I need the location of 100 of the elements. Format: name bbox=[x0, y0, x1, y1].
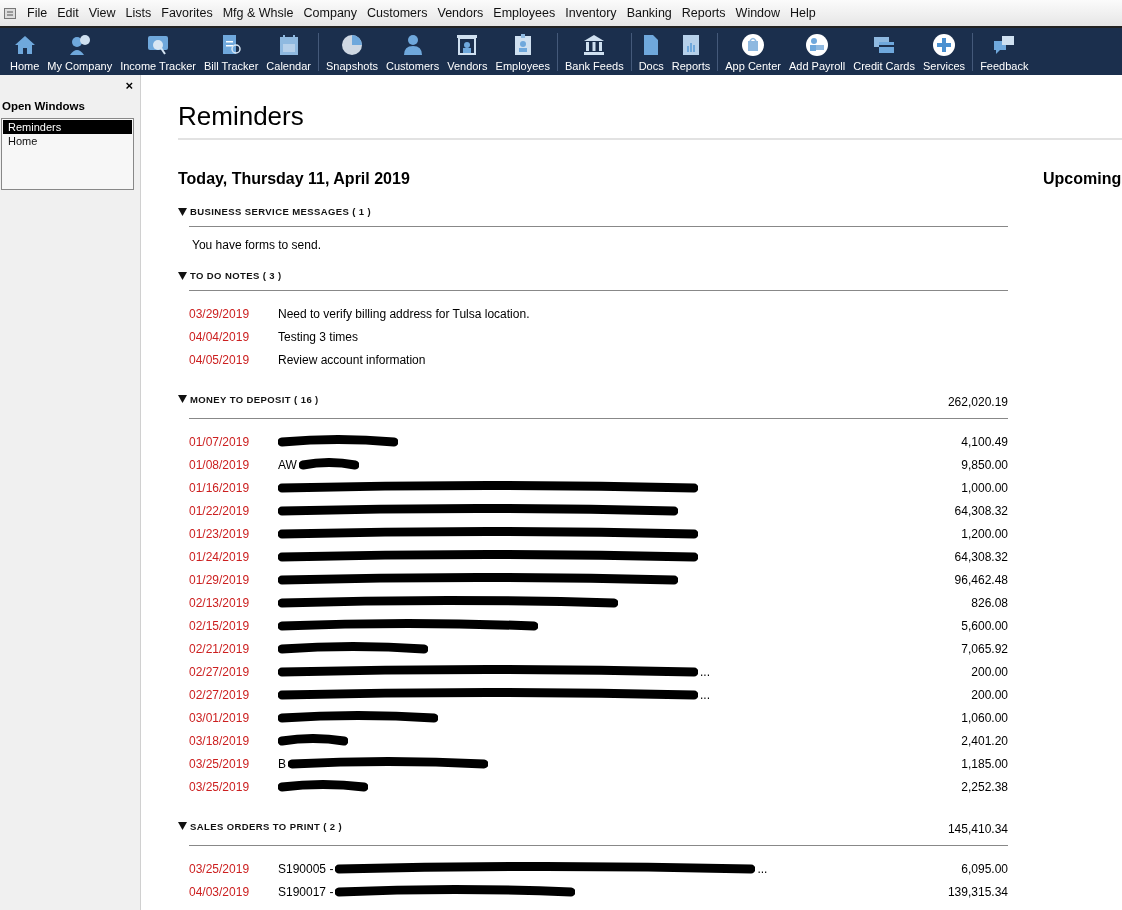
section-toggle[interactable]: SALES ORDERS TO PRINT ( 2 ) bbox=[178, 820, 343, 832]
date-text: 04/03/2019 bbox=[188, 884, 251, 899]
section-total: 145,410.34 bbox=[947, 822, 1008, 836]
ellipsis-text: ... bbox=[700, 687, 710, 702]
triangle-icon bbox=[178, 271, 187, 280]
menu-item[interactable]: Company bbox=[298, 6, 363, 20]
toolbar-button[interactable]: Docs bbox=[634, 31, 668, 72]
date-text: 01/07/2019 bbox=[188, 434, 251, 449]
pie-chart-icon bbox=[340, 33, 364, 57]
window-menu-icon[interactable] bbox=[4, 7, 16, 19]
amount-text: 2,401.20 bbox=[961, 733, 1008, 748]
amount-text: 200.00 bbox=[971, 664, 1008, 679]
section-toggle[interactable]: BUSINESS SERVICE MESSAGES ( 1 ) bbox=[178, 206, 372, 217]
amount-text: 1,185.00 bbox=[961, 756, 1008, 771]
storefront-icon bbox=[455, 33, 480, 57]
date-text: 02/27/2019 bbox=[188, 664, 251, 679]
section-toggle[interactable]: TO DO NOTES ( 3 ) bbox=[178, 270, 282, 281]
toolbar-button[interactable]: Vendors bbox=[443, 31, 492, 72]
triangle-icon bbox=[178, 822, 187, 830]
menu-item[interactable]: Customers bbox=[362, 6, 433, 20]
window-list-item[interactable]: Home bbox=[3, 134, 132, 148]
close-button[interactable]: × bbox=[125, 79, 133, 92]
section-toggle[interactable]: MONEY TO DEPOSIT ( 16 ) bbox=[178, 393, 319, 405]
amount-text: 7,065.92 bbox=[961, 641, 1008, 656]
toolbar-button[interactable]: Bill Tracker bbox=[199, 31, 263, 72]
toolbar-button[interactable]: Services bbox=[918, 31, 970, 72]
description-text[interactable]: S190005 - bbox=[278, 861, 334, 876]
toolbar-button[interactable]: Bank Feeds bbox=[560, 31, 628, 72]
date-text: 03/29/2019 bbox=[188, 306, 251, 321]
toolbar-button[interactable]: Calendar bbox=[262, 31, 315, 72]
date-heading: Today, Thursday 11, April 2019 bbox=[178, 170, 411, 188]
amount-text: 96,462.48 bbox=[954, 572, 1008, 587]
amount-text: 2,252.38 bbox=[961, 779, 1008, 794]
toolbar-button[interactable]: Reports bbox=[667, 31, 715, 72]
menu-item[interactable]: Favorites bbox=[156, 6, 218, 20]
toolbar-button[interactable]: My Company bbox=[43, 31, 117, 72]
chat-icon bbox=[992, 33, 1017, 57]
payroll-icon bbox=[805, 33, 830, 57]
amount-text: 826.08 bbox=[971, 595, 1008, 610]
ellipsis-text: ... bbox=[700, 664, 710, 679]
section-total: 262,020.19 bbox=[947, 395, 1008, 409]
menu-item[interactable]: Inventory bbox=[560, 6, 622, 20]
message-link[interactable]: You have forms to send. bbox=[178, 238, 1008, 252]
description-text[interactable]: Testing 3 times bbox=[278, 329, 359, 344]
toolbar-button[interactable]: App Center bbox=[721, 31, 785, 72]
date-text: 03/01/2019 bbox=[188, 710, 251, 725]
description-text[interactable]: Review account information bbox=[278, 352, 426, 367]
amount-text: 200.00 bbox=[971, 687, 1008, 702]
amount-text: 9,850.00 bbox=[961, 457, 1008, 472]
amount-text: 1,000.00 bbox=[961, 480, 1008, 495]
date-text: 02/21/2019 bbox=[188, 641, 251, 656]
menu-item[interactable]: Vendors bbox=[432, 6, 489, 20]
menu-item[interactable]: File bbox=[22, 6, 53, 20]
menu-item[interactable]: Window bbox=[730, 6, 786, 20]
amount-text: 64,308.32 bbox=[954, 549, 1008, 564]
sidebar-title: Open Windows bbox=[1, 99, 86, 114]
ellipsis-text: ... bbox=[757, 861, 768, 876]
toolbar-button[interactable]: Customers bbox=[382, 31, 444, 72]
date-text: 02/13/2019 bbox=[188, 595, 251, 610]
toolbar-button[interactable]: Snapshots bbox=[322, 31, 382, 72]
menu-item[interactable]: Help bbox=[785, 6, 821, 20]
date-text: 01/23/2019 bbox=[188, 526, 251, 541]
amount-text: 139,315.34 bbox=[947, 884, 1008, 899]
menu-item[interactable]: Lists bbox=[120, 6, 157, 20]
date-text: 02/27/2019 bbox=[188, 687, 251, 702]
toolbar-button[interactable]: Income Tracker bbox=[116, 31, 200, 72]
toolbar-button[interactable]: Employees bbox=[491, 31, 554, 72]
menu-item[interactable]: Mfg & Whsle bbox=[217, 6, 299, 20]
date-text: 01/24/2019 bbox=[188, 549, 251, 564]
date-text: 01/08/2019 bbox=[188, 457, 251, 472]
people-icon bbox=[67, 33, 92, 57]
date-text: 04/04/2019 bbox=[188, 329, 251, 344]
amount-text: 5,600.00 bbox=[961, 618, 1008, 633]
plus-icon bbox=[932, 33, 957, 57]
description-text[interactable]: B bbox=[278, 756, 286, 771]
bag-icon bbox=[741, 33, 766, 57]
window-list-item[interactable]: Reminders bbox=[3, 120, 132, 134]
toolbar-button[interactable]: Credit Cards bbox=[849, 31, 919, 72]
upcoming-heading: Upcoming bbox=[1043, 170, 1122, 188]
description-text[interactable]: Need to verify billing address for Tulsa location. bbox=[278, 306, 530, 321]
menu-item[interactable]: View bbox=[83, 6, 121, 20]
date-text: 02/15/2019 bbox=[188, 618, 251, 633]
description-text[interactable]: AW bbox=[278, 457, 297, 472]
toolbar-button[interactable]: Home bbox=[6, 31, 44, 72]
menu-item[interactable]: Employees bbox=[488, 6, 561, 20]
date-text: 01/22/2019 bbox=[188, 503, 251, 518]
menu-item[interactable]: Edit bbox=[52, 6, 84, 20]
page-title: Reminders bbox=[178, 101, 1122, 140]
menu-item[interactable]: Banking bbox=[621, 6, 677, 20]
description-text[interactable]: S190017 - bbox=[278, 884, 334, 899]
toolbar-button[interactable]: Feedback bbox=[976, 31, 1033, 72]
amount-text: 6,095.00 bbox=[961, 861, 1008, 876]
date-text: 01/29/2019 bbox=[188, 572, 251, 587]
toolbar-button[interactable]: Add Payroll bbox=[784, 31, 850, 72]
triangle-icon bbox=[178, 395, 187, 403]
date-text: 03/25/2019 bbox=[188, 756, 251, 771]
menu-item[interactable]: Reports bbox=[676, 6, 731, 20]
amount-text: 64,308.32 bbox=[954, 503, 1008, 518]
bank-icon bbox=[582, 33, 607, 57]
date-text: 03/25/2019 bbox=[188, 861, 251, 876]
